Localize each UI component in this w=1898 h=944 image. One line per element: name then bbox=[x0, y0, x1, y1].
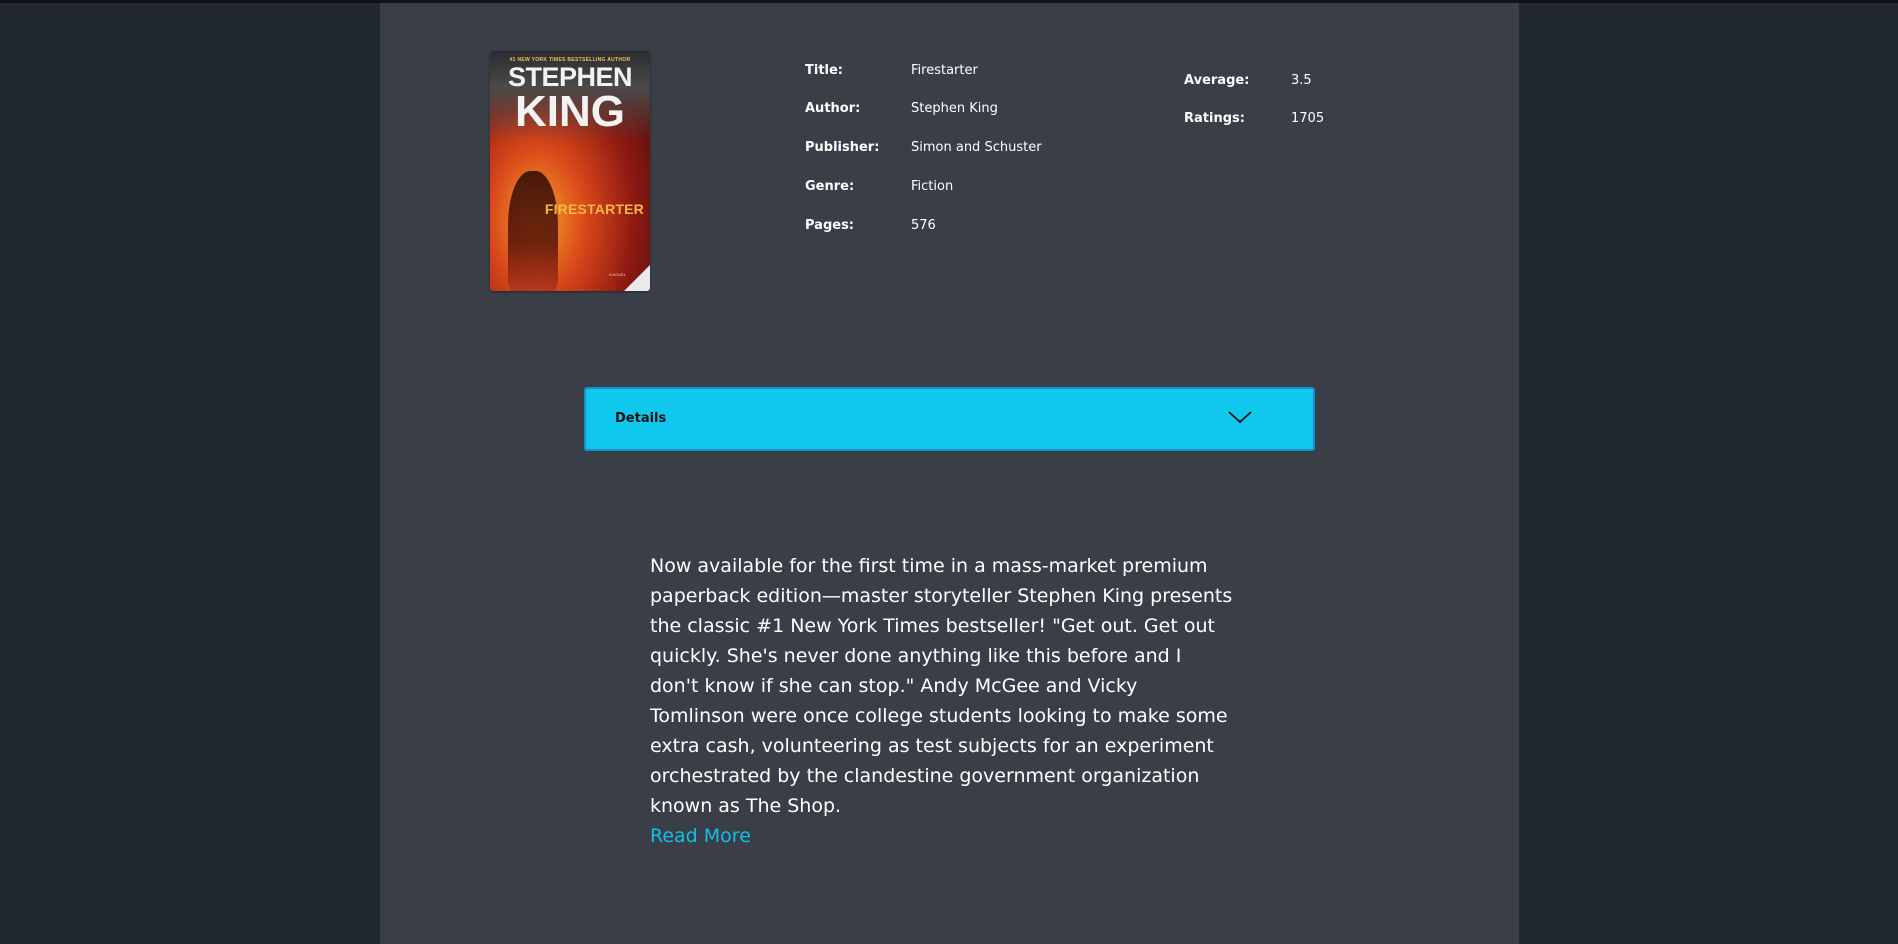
chevron-down-icon bbox=[1228, 411, 1252, 424]
pages-label: Pages: bbox=[805, 218, 855, 233]
cover-figure bbox=[508, 171, 558, 291]
publisher-label: Publisher: bbox=[805, 140, 880, 155]
read-more-link[interactable]: Read More bbox=[650, 821, 1235, 851]
average-value: 3.5 bbox=[1291, 73, 1312, 88]
title-value: Firestarter bbox=[911, 63, 978, 78]
cover-title: FIRESTARTER bbox=[544, 201, 644, 217]
author-value: Stephen King bbox=[911, 101, 998, 116]
cover-author: STEPHEN KING bbox=[490, 64, 650, 136]
book-cover-image: #1 NEW YORK TIMES BESTSELLING AUTHOR STE… bbox=[490, 51, 650, 291]
publisher-value: Simon and Schuster bbox=[911, 140, 1042, 155]
description-text: Now available for the first time in a ma… bbox=[650, 555, 1233, 817]
author-label: Author: bbox=[805, 101, 861, 116]
cover-author-last: KING bbox=[515, 86, 625, 136]
details-accordion-toggle[interactable]: Details bbox=[584, 387, 1315, 451]
page-curl bbox=[624, 265, 650, 291]
book-description: Now available for the first time in a ma… bbox=[650, 551, 1235, 851]
average-label: Average: bbox=[1184, 73, 1250, 88]
pages-value: 576 bbox=[911, 218, 936, 233]
details-label: Details bbox=[615, 411, 667, 426]
ratings-count-label: Ratings: bbox=[1184, 111, 1245, 126]
genre-label: Genre: bbox=[805, 179, 855, 194]
ratings-count-value: 1705 bbox=[1291, 111, 1325, 126]
genre-value: Fiction bbox=[911, 179, 954, 194]
title-label: Title: bbox=[805, 63, 844, 78]
